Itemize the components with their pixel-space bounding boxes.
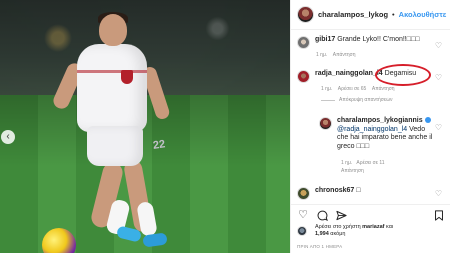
hide-replies-label[interactable]: Απόκρυψη απαντήσεων (339, 97, 393, 103)
reply-link[interactable]: Απάντηση (341, 168, 364, 174)
comment-meta: 1 ημ. Αρέσει σε 65 Απάντηση (321, 86, 395, 92)
reply-text: charalampos_lykogiannis @radja_nainggola… (337, 117, 437, 151)
reply-username[interactable]: charalampos_lykogiannis (337, 117, 423, 124)
author-avatar[interactable] (297, 6, 314, 23)
comment-item: chronosk67 □ (297, 187, 447, 200)
comment-bubble-icon[interactable] (316, 209, 328, 221)
comment-item: gibi17 Grande Lyko!! C'mon!!□□□ (297, 36, 447, 49)
comment-username[interactable]: radja_nainggolan_l4 (315, 70, 383, 77)
post-photo[interactable]: 22 ‹ (0, 0, 290, 253)
comment-body: □ (356, 187, 361, 194)
divider-line (321, 99, 335, 101)
player-head (99, 14, 127, 46)
verified-badge-icon (424, 117, 431, 124)
commenter-avatar[interactable] (297, 36, 310, 49)
paper-plane-icon[interactable] (335, 209, 347, 221)
comment-like-heart-icon[interactable]: ♡ (435, 74, 442, 82)
commenter-avatar[interactable] (297, 187, 310, 200)
reply-likes[interactable]: Αρέσει σε 11 (356, 160, 384, 166)
reply-link[interactable]: Απάντηση (372, 86, 395, 92)
player-shorts (87, 126, 143, 166)
reply-meta: 1 ημ. Αρέσει σε 11 (341, 160, 385, 166)
jersey-number: 22 (152, 138, 167, 152)
author-username[interactable]: charalampos_lykog (318, 10, 388, 19)
comment-username[interactable]: gibi17 (315, 36, 335, 43)
jersey-stripe (77, 70, 147, 73)
player-boot (142, 232, 168, 248)
reply-age: 1 ημ. (341, 160, 353, 166)
post-timestamp[interactable]: ΠΡΙΝ ΑΠΟ 1 ΗΜΕΡΑ (297, 244, 342, 249)
likes-suffix: ακόμη (330, 231, 346, 237)
heart-icon[interactable]: ♡ (297, 209, 309, 221)
previous-photo-button[interactable]: ‹ (1, 130, 15, 144)
reply-item: charalampos_lykogiannis @radja_nainggola… (319, 117, 447, 151)
post-actions-bar: ♡ (291, 204, 450, 222)
reply-link[interactable]: Απάντηση (333, 52, 356, 58)
reply-like-heart-icon[interactable]: ♡ (435, 124, 442, 132)
post-header: charalampos_lykog • Ακολουθήστε (291, 0, 450, 30)
likes-prefix: Αρέσει στο χρήστη (315, 224, 361, 230)
highlight-annotation (375, 64, 431, 86)
follow-button[interactable]: Ακολουθήστε (399, 10, 447, 19)
liker-avatar[interactable] (297, 226, 307, 236)
separator-dot: • (392, 10, 395, 19)
bookmark-icon[interactable] (433, 209, 445, 221)
comment-like-heart-icon[interactable]: ♡ (435, 42, 442, 50)
comment-like-heart-icon[interactable]: ♡ (435, 190, 442, 198)
likes-summary: Αρέσει στο χρήστη mariazaf και 1,994 ακό… (315, 224, 393, 238)
club-crest (121, 70, 133, 84)
comment-likes[interactable]: Αρέσει σε 65 (338, 86, 367, 92)
comment-body: Grande Lyko!! C'mon!!□□□ (337, 36, 420, 43)
comment-text: gibi17 Grande Lyko!! C'mon!!□□□ (315, 36, 439, 45)
hide-replies-toggle[interactable]: Απόκρυψη απαντήσεων (321, 97, 393, 103)
likes-count[interactable]: 1,994 (315, 231, 329, 237)
comment-age: 1 ημ. (321, 86, 333, 92)
comments-panel: charalampos_lykog • Ακολουθήστε gibi17 G… (290, 0, 450, 253)
chevron-left-icon: ‹ (6, 131, 10, 142)
reply-mention[interactable]: @radja_nainggolan_l4 (337, 126, 407, 133)
comment-username[interactable]: chronosk67 (315, 187, 354, 194)
liker-username[interactable]: mariazaf (362, 224, 384, 230)
likes-and: και (386, 224, 394, 230)
football-player: 22 (50, 12, 195, 249)
comment-age: 1 ημ. (316, 52, 328, 58)
comment-meta: 1 ημ. Απάντηση (316, 52, 356, 58)
commenter-avatar[interactable] (297, 70, 310, 83)
replier-avatar[interactable] (319, 117, 332, 130)
reply-reply-meta: Απάντηση (341, 168, 364, 174)
comment-text: chronosk67 □ (315, 187, 439, 196)
player-jersey (77, 44, 147, 132)
